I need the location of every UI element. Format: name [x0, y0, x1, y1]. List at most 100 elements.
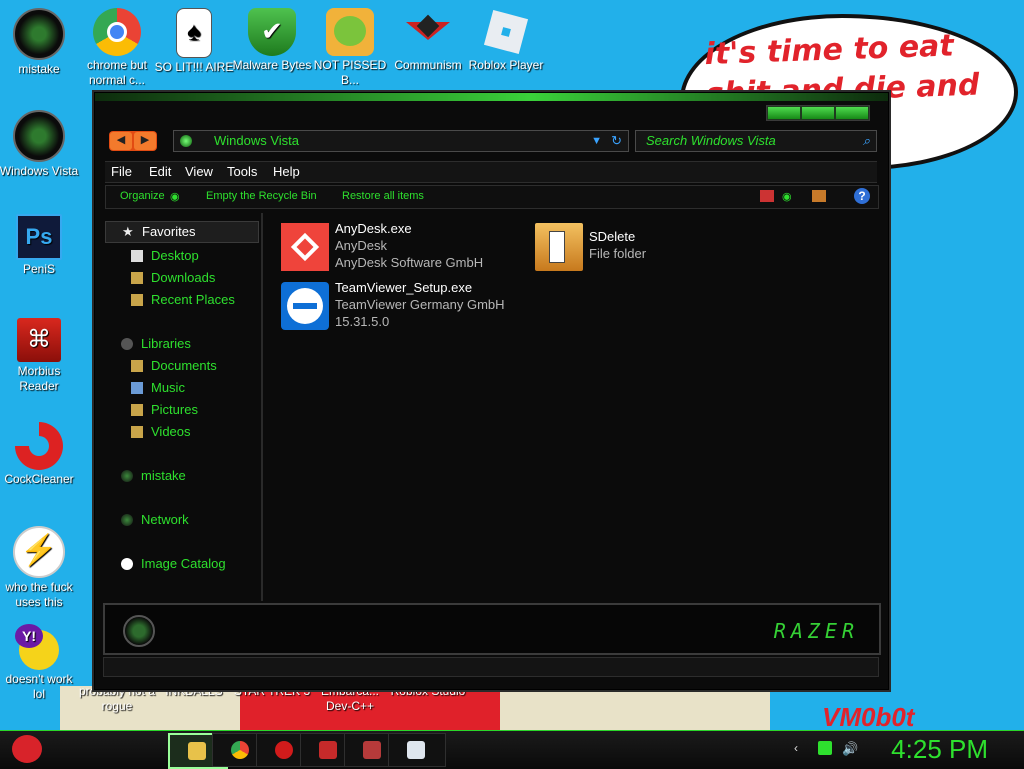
desktop-icon-solitaire[interactable]: ♠ SO LIT!!! AIRE — [154, 8, 234, 75]
file-type: File folder — [589, 246, 647, 261]
desktop-icon-photoshop[interactable]: Ps PeniS — [0, 214, 79, 277]
address-bar[interactable]: Windows Vista ▼ ↻ — [173, 130, 629, 152]
menu-edit[interactable]: Edit — [149, 164, 171, 179]
window-title-glow — [95, 93, 888, 101]
empty-recycle-bin-button[interactable]: Empty the Recycle Bin — [206, 190, 317, 202]
orb-icon — [13, 8, 65, 60]
nav-image-catalog[interactable]: Image Catalog — [121, 555, 226, 573]
nav-music[interactable]: Music — [131, 379, 185, 397]
nav-documents[interactable]: Documents — [131, 357, 217, 375]
menu-view[interactable]: View — [185, 164, 213, 179]
desktop-icon-ccleaner[interactable]: CockCleaner — [0, 422, 79, 487]
devcpp-icon — [319, 741, 337, 759]
nav-videos[interactable]: Videos — [131, 423, 191, 441]
desktop-icon-chrome[interactable]: chrome but normal c... — [77, 8, 157, 88]
favorites-header[interactable]: ★ Favorites — [105, 221, 259, 243]
help-icon[interactable]: ? — [854, 188, 870, 204]
orb-icon — [121, 470, 133, 482]
libraries-icon — [121, 338, 133, 350]
communism-icon — [404, 8, 452, 56]
roblox-icon — [482, 8, 530, 56]
clock[interactable]: 4:25 PM — [891, 734, 988, 765]
nav-recent-places[interactable]: Recent Places — [131, 291, 235, 309]
taskbar-button-notes[interactable] — [388, 733, 446, 767]
nav-pictures[interactable]: Pictures — [131, 401, 198, 419]
taskbar: ‹ 🔊 4:25 PM — [0, 730, 1024, 769]
menu-bar: File Edit View Tools Help — [105, 161, 877, 183]
angry-bird-icon — [12, 735, 42, 763]
orb-icon — [123, 615, 155, 647]
refresh-icon[interactable]: ↻ — [611, 131, 622, 151]
wallpaper-signature: VM0b0t — [822, 702, 915, 732]
desktop-icon-yahoo[interactable]: Y! doesn't work lol — [0, 624, 79, 702]
chrome-icon — [231, 741, 249, 759]
organize-dropdown-icon[interactable]: ◉ — [170, 190, 180, 203]
shield-icon: ✔ — [248, 8, 296, 56]
pictures-icon — [131, 404, 143, 416]
menu-tools[interactable]: Tools — [227, 164, 257, 179]
pdf-icon: ⌘ — [17, 318, 61, 362]
teamviewer-icon — [281, 282, 329, 330]
opera-icon — [275, 741, 293, 759]
file-name: TeamViewer_Setup.exe — [335, 280, 473, 295]
navigation-pane: ★ Favorites Desktop Downloads Recent Pla… — [105, 213, 263, 601]
search-icon[interactable]: ⌕ — [863, 131, 870, 151]
window-controls[interactable] — [766, 105, 870, 121]
desktop-icon-pdf-reader[interactable]: ⌘ Morbius Reader — [0, 318, 79, 394]
downloads-icon — [131, 272, 143, 284]
file-item-anydesk[interactable]: AnyDesk.exe AnyDesk AnyDesk Software Gmb… — [281, 221, 531, 275]
start-button[interactable] — [8, 731, 50, 769]
desktop-icon-angry-birds[interactable]: NOT PISSED B... — [310, 8, 390, 88]
file-item-teamviewer[interactable]: TeamViewer_Setup.exe TeamViewer Germany … — [281, 280, 541, 334]
menu-file[interactable]: File — [111, 164, 132, 179]
menu-help[interactable]: Help — [273, 164, 300, 179]
desktop-icon-roblox[interactable]: Roblox Player — [466, 8, 546, 73]
minimize-button[interactable] — [768, 107, 800, 119]
nav-buttons: ◀ ▶ — [109, 131, 157, 151]
solitaire-icon: ♠ — [176, 8, 212, 58]
search-placeholder: Search Windows Vista — [646, 133, 776, 148]
volume-icon[interactable]: 🔊 — [842, 741, 858, 756]
view-icon[interactable] — [760, 190, 774, 202]
restore-all-button[interactable]: Restore all items — [342, 190, 424, 202]
back-button[interactable]: ◀ — [110, 132, 132, 150]
explorer-window[interactable]: ◀ ▶ Windows Vista ▼ ↻ Search Windows Vis… — [94, 92, 889, 690]
desktop-icon-windows-vista[interactable]: Windows Vista — [0, 110, 79, 179]
folder-icon — [188, 742, 206, 760]
lightning-icon: ⚡ — [13, 526, 65, 578]
file-item-sdelete[interactable]: SDelete File folder — [535, 221, 735, 275]
nav-desktop[interactable]: Desktop — [131, 247, 199, 265]
preview-pane-icon[interactable] — [812, 190, 826, 202]
command-bar: Organize ◉ Empty the Recycle Bin Restore… — [105, 185, 879, 209]
tray-chevron-icon[interactable]: ‹ — [794, 741, 808, 755]
documents-icon — [131, 360, 143, 372]
nav-network[interactable]: Network — [121, 511, 189, 529]
close-button[interactable] — [836, 107, 868, 119]
organize-button[interactable]: Organize — [120, 190, 165, 202]
forward-button[interactable]: ▶ — [134, 132, 156, 150]
music-icon — [131, 382, 143, 394]
search-input[interactable]: Search Windows Vista ⌕ — [635, 130, 877, 152]
view-dropdown-icon[interactable]: ◉ — [782, 190, 792, 203]
network-icon — [121, 514, 133, 526]
file-company: AnyDesk Software GmbH — [335, 255, 484, 270]
recent-places-icon — [131, 294, 143, 306]
nav-libraries[interactable]: Libraries — [121, 335, 191, 353]
desktop-icon — [131, 250, 143, 262]
anydesk-icon — [281, 223, 329, 271]
image-catalog-icon — [121, 558, 133, 570]
status-bar — [103, 657, 879, 677]
maximize-button[interactable] — [802, 107, 834, 119]
nav-homegroup[interactable]: mistake — [121, 467, 186, 485]
desktop-icon-communism[interactable]: Communism — [388, 8, 468, 73]
desktop-icon-lightning[interactable]: ⚡ who the fuck uses this — [0, 526, 79, 610]
address-text: Windows Vista — [214, 133, 300, 148]
yahoo-icon: Y! — [15, 624, 59, 670]
chevron-down-icon[interactable]: ▼ — [591, 131, 602, 151]
desktop-icon-mistake[interactable]: mistake — [0, 8, 79, 77]
nav-downloads[interactable]: Downloads — [131, 269, 215, 287]
notes-icon — [407, 741, 425, 759]
videos-icon — [131, 426, 143, 438]
network-tray-icon[interactable] — [818, 741, 832, 755]
desktop-icon-malwarebytes[interactable]: ✔ Malware Bytes — [232, 8, 312, 73]
